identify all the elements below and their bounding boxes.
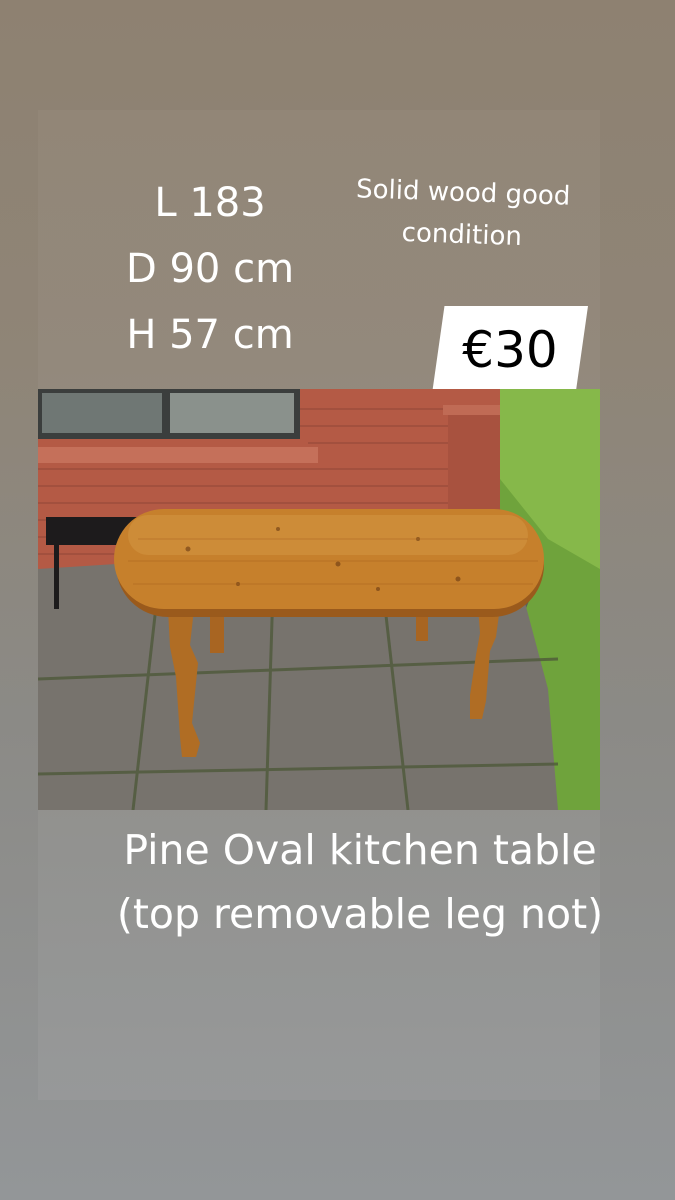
price-tag: €30 — [432, 306, 588, 394]
window-sill — [38, 447, 318, 463]
table-photo-illustration — [38, 389, 600, 810]
listing-caption: Pine Oval kitchen table (top removable l… — [116, 826, 604, 938]
height-text: H 57 cm — [126, 312, 294, 358]
condition-note: Solid wood good condition — [355, 174, 571, 253]
price-text: €30 — [462, 321, 558, 379]
table-photo — [38, 389, 600, 810]
